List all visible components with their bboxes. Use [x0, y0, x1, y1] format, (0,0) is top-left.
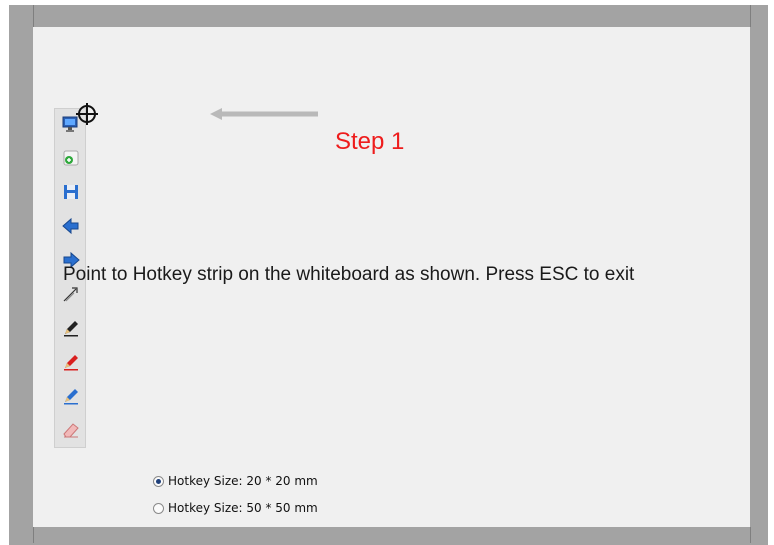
step-title: Step 1: [335, 128, 405, 155]
save-icon[interactable]: [60, 181, 82, 203]
frame-divider: [33, 527, 34, 543]
pointer-icon[interactable]: [60, 283, 82, 305]
hotkey-size-50-label: Hotkey Size: 50 * 50 mm: [168, 501, 318, 515]
blue-pen-icon[interactable]: [60, 385, 82, 407]
left-arrow-icon: [210, 108, 318, 120]
previous-page-icon[interactable]: [60, 215, 82, 237]
eraser-icon[interactable]: [60, 419, 82, 441]
frame-divider: [750, 5, 751, 27]
black-pen-icon[interactable]: [60, 317, 82, 339]
frame-divider: [750, 527, 751, 543]
red-pen-icon[interactable]: [60, 351, 82, 373]
hotkey-size-20-option[interactable]: Hotkey Size: 20 * 20 mm: [153, 473, 318, 489]
hotkey-size-50-option[interactable]: Hotkey Size: 50 * 50 mm: [153, 500, 318, 516]
instruction-text: Point to Hotkey strip on the whiteboard …: [63, 264, 635, 285]
radio-button[interactable]: [153, 502, 164, 514]
crosshair-icon: [76, 103, 98, 125]
new-page-icon[interactable]: [60, 147, 82, 169]
frame-divider: [33, 5, 34, 27]
hotkey-size-20-label: Hotkey Size: 20 * 20 mm: [168, 474, 318, 488]
radio-button-selected[interactable]: [153, 475, 164, 487]
